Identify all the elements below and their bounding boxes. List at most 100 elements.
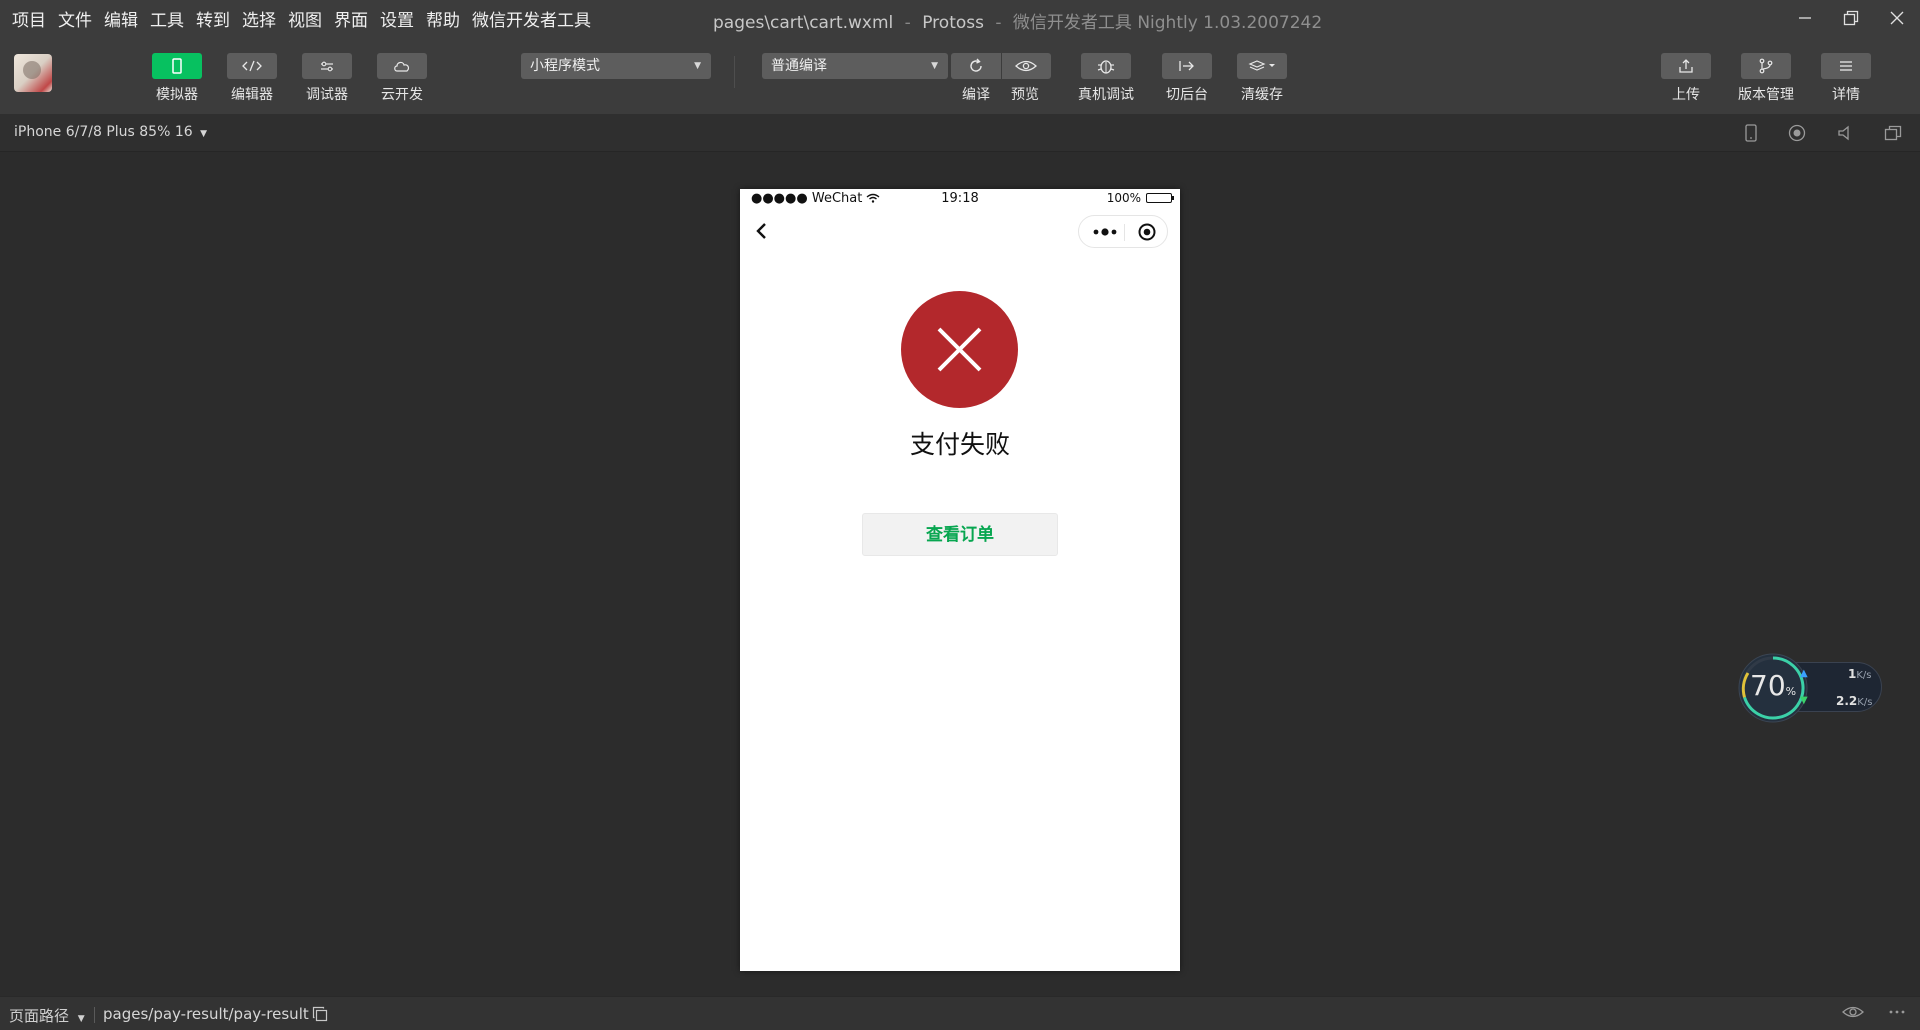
simulator-button[interactable]: [152, 53, 202, 79]
window-file: pages\cart\cart.wxml: [713, 13, 894, 33]
menu-devtools[interactable]: 微信开发者工具: [472, 6, 591, 31]
window-controls: [1782, 0, 1920, 36]
menu-file[interactable]: 文件: [58, 6, 92, 31]
speaker-icon[interactable]: [1836, 124, 1854, 142]
menu-edit[interactable]: 编辑: [104, 6, 138, 31]
window-project: Protoss: [922, 13, 984, 33]
back-icon[interactable]: [748, 217, 776, 245]
layers-icon: [1248, 60, 1275, 71]
clear-cache-button[interactable]: [1237, 53, 1287, 79]
network-monitor[interactable]: 70% ▲ 1K/s ▼ 2.2K/s: [1738, 653, 1886, 723]
cloud-label: 云开发: [381, 87, 423, 103]
minimize-button[interactable]: [1782, 0, 1828, 36]
menu-select[interactable]: 选择: [242, 6, 276, 31]
details-button[interactable]: [1821, 53, 1871, 79]
download-rate-value: 2.2: [1836, 694, 1858, 708]
details-tool[interactable]: 详情: [1814, 53, 1878, 104]
sliders-icon: [321, 61, 333, 72]
page-path: pages/pay-result/pay-result: [103, 1005, 309, 1023]
upload-rate: 1K/s: [1848, 667, 1872, 681]
remote-debug-label: 真机调试: [1078, 87, 1134, 103]
more-options-icon[interactable]: [1888, 1004, 1906, 1020]
editor-button[interactable]: [227, 53, 277, 79]
background-button[interactable]: [1162, 53, 1212, 79]
battery-text: 100%: [1106, 191, 1141, 205]
page-path-select[interactable]: 页面路径 ▼: [9, 1005, 85, 1026]
segment-divider: [1001, 53, 1002, 79]
upload-button[interactable]: [1661, 53, 1711, 79]
bottom-actions: [1842, 1004, 1906, 1020]
version-tool[interactable]: 版本管理: [1734, 53, 1798, 104]
menu-help[interactable]: 帮助: [426, 6, 460, 31]
details-label: 详情: [1832, 87, 1860, 103]
upload-icon: [1679, 59, 1693, 73]
compile-select[interactable]: 普通编译 ▼: [762, 53, 948, 79]
device-bar: iPhone 6/7/8 Plus 85% 16 ▼: [0, 114, 1920, 152]
restore-button[interactable]: [1828, 0, 1874, 36]
page-path-label: 页面路径: [9, 1007, 70, 1025]
more-icon[interactable]: [1091, 224, 1121, 240]
view-order-button[interactable]: 查看订单: [862, 513, 1058, 556]
usage-percent-unit: %: [1785, 685, 1797, 698]
device-actions: [1744, 124, 1902, 142]
device-name: iPhone 6/7/8 Plus 85% 16: [14, 124, 193, 140]
menu-settings[interactable]: 设置: [380, 6, 414, 31]
clear-cache-label: 清缓存: [1241, 87, 1283, 103]
payment-result-text: 支付失败: [909, 430, 1010, 459]
debugger-tool[interactable]: 调试器: [295, 53, 359, 104]
menu-project[interactable]: 项目: [12, 6, 46, 31]
menu-tools[interactable]: 工具: [150, 6, 184, 31]
chevron-down-icon: ▼: [931, 61, 938, 71]
background-label: 切后台: [1166, 87, 1208, 103]
chevron-down-icon: ▼: [77, 1014, 85, 1024]
background-tool[interactable]: 切后台: [1155, 53, 1219, 104]
editor-tool[interactable]: 编辑器: [220, 53, 284, 104]
window-sep-2: -: [995, 13, 1002, 33]
usage-percent: 70%: [1750, 669, 1796, 702]
debugger-label: 调试器: [306, 87, 348, 103]
editor-label: 编辑器: [231, 87, 273, 103]
menu-icon: [1840, 61, 1852, 71]
upload-tool[interactable]: 上传: [1654, 53, 1718, 104]
preview-label[interactable]: 预览: [1011, 84, 1039, 104]
cloud-button[interactable]: [377, 53, 427, 79]
download-rate: 2.2K/s: [1836, 694, 1872, 708]
simulator-label: 模拟器: [156, 87, 198, 103]
close-miniprogram-icon[interactable]: [1137, 222, 1157, 242]
remote-debug-tool[interactable]: 真机调试: [1074, 53, 1138, 104]
close-window-button[interactable]: [1874, 0, 1920, 36]
record-icon[interactable]: [1788, 124, 1806, 142]
nav-bar: [740, 209, 1180, 253]
eye-icon[interactable]: [1842, 1004, 1864, 1020]
popout-icon[interactable]: [1884, 124, 1902, 142]
menu-bar: 项目 文件 编辑 工具 转到 选择 视图 界面 设置 帮助 微信开发者工具: [0, 6, 603, 31]
simulator-tool[interactable]: 模拟器: [145, 53, 209, 104]
phone-outline-icon[interactable]: [1744, 124, 1758, 142]
download-rate-unit: K/s: [1857, 697, 1873, 708]
version-button[interactable]: [1741, 53, 1791, 79]
compile-preview-group: [951, 53, 1051, 79]
mode-select[interactable]: 小程序模式 ▼: [521, 53, 711, 79]
refresh-icon[interactable]: [967, 57, 985, 75]
menu-goto[interactable]: 转到: [196, 6, 230, 31]
remote-debug-button[interactable]: [1081, 53, 1131, 79]
menu-view[interactable]: 视图: [288, 6, 322, 31]
eye-icon[interactable]: [1015, 59, 1037, 73]
menu-interface[interactable]: 界面: [334, 6, 368, 31]
bottom-divider: [94, 1007, 95, 1023]
window-sep-1: -: [904, 13, 911, 33]
title-bar: 项目 文件 编辑 工具 转到 选择 视图 界面 设置 帮助 微信开发者工具 pa…: [0, 0, 1920, 36]
cloud-tool[interactable]: 云开发: [370, 53, 434, 104]
bottom-bar: 页面路径 ▼ pages/pay-result/pay-result: [0, 996, 1920, 1030]
upload-arrow-icon: ▲: [1800, 668, 1808, 679]
avatar[interactable]: [14, 54, 52, 92]
clear-cache-tool[interactable]: 清缓存: [1230, 53, 1294, 104]
download-arrow-icon: ▼: [1800, 695, 1808, 706]
toolbar-divider: [734, 56, 735, 88]
branch-icon: [1759, 58, 1773, 74]
device-select[interactable]: iPhone 6/7/8 Plus 85% 16 ▼: [14, 124, 207, 140]
switch-icon: [1179, 61, 1194, 71]
compile-label[interactable]: 编译: [962, 84, 990, 104]
copy-icon[interactable]: [312, 1006, 328, 1022]
debugger-button[interactable]: [302, 53, 352, 79]
